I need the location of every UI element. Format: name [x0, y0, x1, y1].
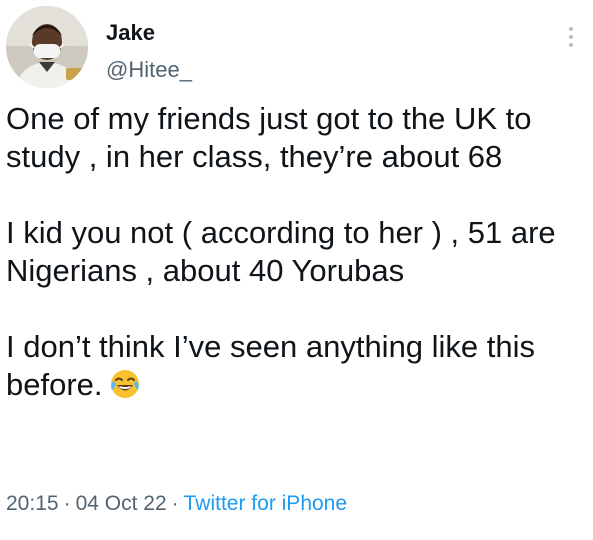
tweet-time[interactable]: 20:15: [6, 492, 59, 515]
vertical-ellipsis-icon: [569, 35, 573, 39]
author-avatar[interactable]: [6, 6, 88, 88]
meta-separator: ·: [63, 492, 71, 515]
more-options-button[interactable]: [561, 22, 581, 52]
meta-separator: ·: [171, 492, 179, 515]
tweet-paragraph: One of my friends just got to the UK to …: [6, 101, 532, 174]
tweet-source-link[interactable]: Twitter for iPhone: [184, 492, 347, 515]
vertical-ellipsis-icon: [569, 27, 573, 31]
tweet-paragraph-last: I don’t think I’ve seen anything like th…: [6, 328, 586, 409]
face-with-tears-of-joy-icon: [109, 368, 141, 409]
tweet-body: One of my friends just got to the UK to …: [6, 100, 586, 409]
author-name[interactable]: Jake: [106, 20, 155, 46]
vertical-ellipsis-icon: [569, 43, 573, 47]
profile-photo-icon: [6, 6, 88, 88]
tweet-paragraph: I kid you not ( according to her ) , 51 …: [6, 215, 556, 288]
tweet-meta: 20:15 · 04 Oct 22 · Twitter for iPhone: [6, 491, 347, 517]
tweet-card: Jake @Hitee_ One of my friends just got …: [0, 0, 593, 540]
author-handle[interactable]: @Hitee_: [106, 57, 192, 83]
tweet-paragraph-text: I don’t think I’ve seen anything like th…: [6, 329, 536, 402]
tweet-date[interactable]: 04 Oct 22: [76, 492, 167, 515]
